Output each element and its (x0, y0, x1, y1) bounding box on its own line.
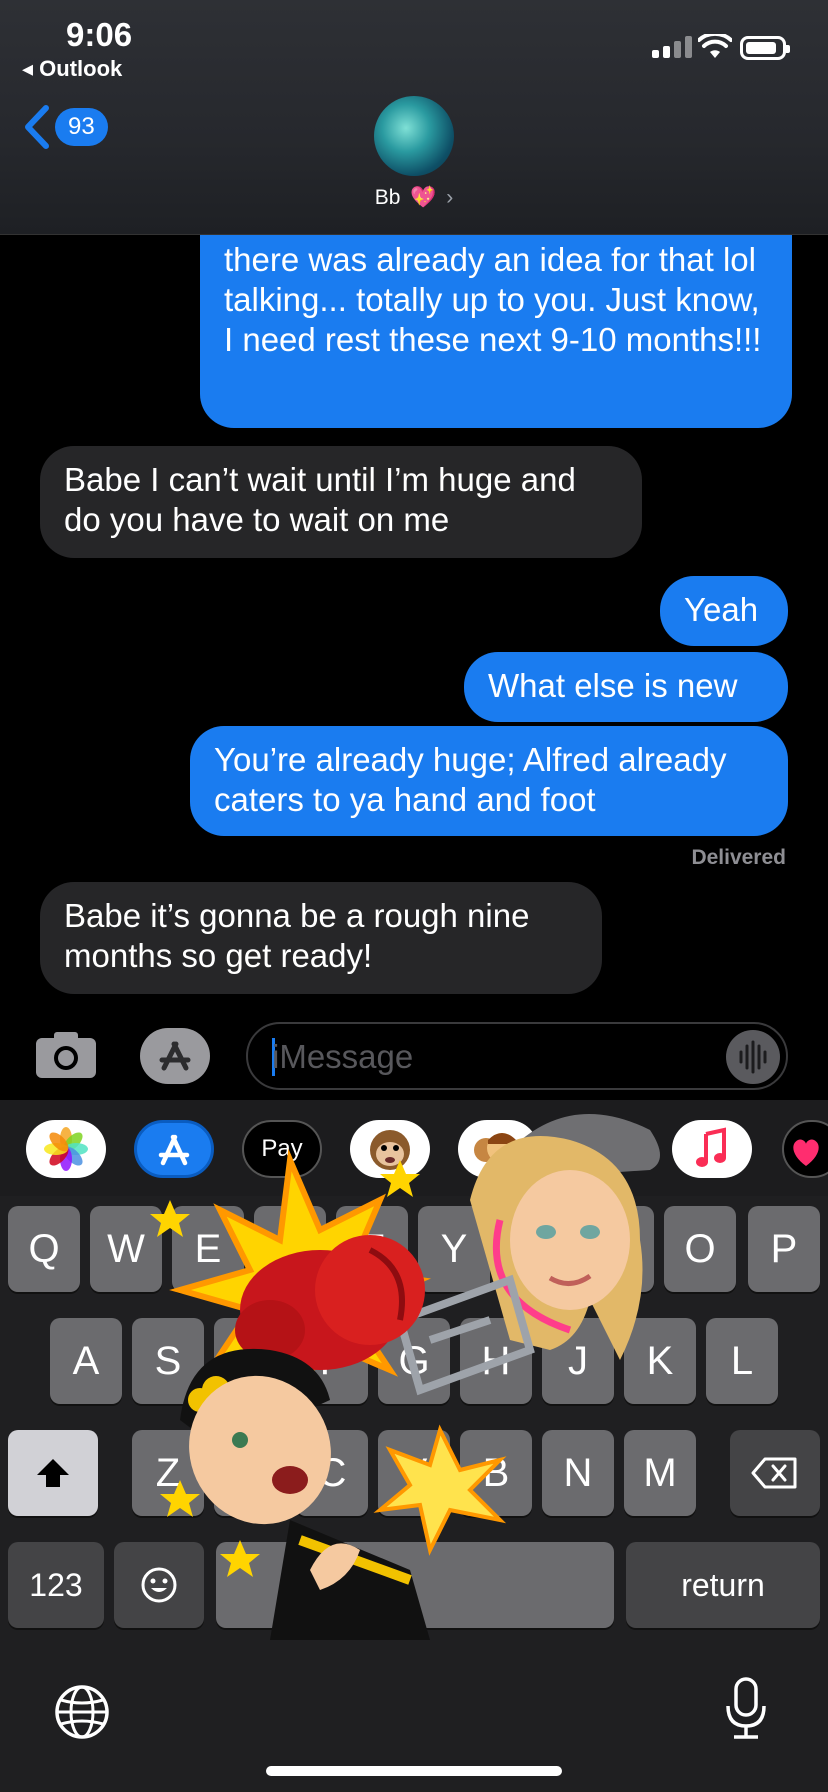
key-p[interactable]: P (748, 1206, 820, 1292)
key-y[interactable]: Y (418, 1206, 490, 1292)
appstore-icon (159, 1041, 191, 1071)
key-l[interactable]: L (706, 1318, 778, 1404)
return-key[interactable]: return (626, 1542, 820, 1628)
message-composer[interactable] (246, 1022, 788, 1090)
shift-key[interactable] (8, 1430, 98, 1516)
key-h[interactable]: H (460, 1318, 532, 1404)
key-f[interactable]: F (296, 1318, 368, 1404)
status-time: 9:06 (66, 16, 133, 53)
key-r[interactable]: R (254, 1206, 326, 1292)
audio-message-button[interactable] (726, 1030, 780, 1084)
contact-name: Bb (374, 186, 401, 209)
emoji-key[interactable] (114, 1542, 204, 1628)
music-app-button[interactable] (672, 1120, 752, 1178)
return-key-label: return (681, 1566, 765, 1603)
message-bubble-sent[interactable]: Yeah (660, 576, 788, 646)
digital-touch-icon (793, 1139, 819, 1166)
space-bar[interactable] (216, 1542, 614, 1628)
message-bubble-received[interactable]: Babe I can’t wait until I’m huge and do … (40, 446, 642, 558)
cellular-signal-icon (652, 36, 692, 58)
key-e[interactable]: E (172, 1206, 244, 1292)
key-w[interactable]: W (90, 1206, 162, 1292)
imessage-app-drawer: Pay (0, 1100, 828, 1196)
memoji-app-button[interactable] (458, 1120, 538, 1178)
memoji-icon (474, 1133, 526, 1164)
back-chevron-icon[interactable] (22, 104, 52, 150)
backspace-icon (751, 1457, 797, 1489)
key-m[interactable]: M (624, 1430, 696, 1516)
message-text: You’re already huge; Alfred already cate… (214, 741, 727, 818)
message-text: there was already an idea for that lol t… (224, 241, 762, 358)
key-c[interactable]: C (296, 1430, 368, 1516)
back-to-app-link[interactable]: ◂ Outlook (22, 56, 122, 82)
key-u[interactable]: U (500, 1206, 572, 1292)
key-z[interactable]: Z (132, 1430, 204, 1516)
message-bubble-received[interactable]: Babe it’s gonna be a rough nine months s… (40, 882, 602, 994)
key-v[interactable]: V (378, 1430, 450, 1516)
delivered-status: Delivered (691, 846, 786, 869)
message-text: Babe I can’t wait until I’m huge and do … (64, 461, 576, 538)
key-b[interactable]: B (460, 1430, 532, 1516)
photos-icon (44, 1127, 88, 1171)
apple-pay-label: Pay (261, 1135, 303, 1162)
key-k[interactable]: K (624, 1318, 696, 1404)
unread-count-badge[interactable]: 93 (55, 108, 108, 146)
contact-name-row[interactable]: Bb 💖 › (0, 186, 828, 210)
key-i[interactable]: I (582, 1206, 654, 1292)
key-n[interactable]: N (542, 1430, 614, 1516)
key-d[interactable]: D (214, 1318, 286, 1404)
battery-icon (740, 36, 790, 60)
app-store-button[interactable] (140, 1028, 210, 1084)
message-text: Yeah (684, 591, 759, 628)
contact-heart-emoji: 💖 (410, 186, 437, 209)
key-o[interactable]: O (664, 1206, 736, 1292)
emoji-icon (141, 1567, 177, 1603)
appstore-app-button[interactable] (134, 1120, 214, 1178)
key-j[interactable]: J (542, 1318, 614, 1404)
numbers-key-label: 123 (29, 1566, 83, 1603)
wifi-icon (698, 34, 732, 58)
music-icon (696, 1127, 726, 1167)
imessage-input[interactable] (270, 1034, 694, 1080)
key-a[interactable]: A (50, 1318, 122, 1404)
chevron-right-icon: › (446, 186, 454, 209)
key-s[interactable]: S (132, 1318, 204, 1404)
contact-avatar[interactable] (374, 96, 454, 176)
message-text: Babe it’s gonna be a rough nine months s… (64, 897, 530, 974)
message-bubble-sent[interactable]: You’re already huge; Alfred already cate… (190, 726, 788, 836)
key-t[interactable]: T (336, 1206, 408, 1292)
waveform-icon (739, 1040, 767, 1074)
microphone-icon[interactable] (724, 1676, 768, 1740)
message-text: What else is new (488, 667, 738, 704)
conversation-header: 9:06 ◂ Outlook 93 Bb 💖 › (0, 0, 828, 235)
camera-icon[interactable] (34, 1030, 98, 1080)
key-g[interactable]: G (378, 1318, 450, 1404)
delete-key[interactable] (730, 1430, 820, 1516)
appstore-icon (158, 1134, 190, 1166)
animoji-app-button[interactable] (350, 1120, 430, 1178)
animoji-icon (370, 1130, 410, 1170)
shift-arrow-icon (37, 1459, 69, 1487)
message-bubble-sent[interactable]: What else is new (464, 652, 788, 722)
digital-touch-app-button[interactable] (782, 1120, 828, 1178)
key-x[interactable]: X (214, 1430, 286, 1516)
photos-app-button[interactable] (26, 1120, 106, 1178)
home-indicator[interactable] (266, 1766, 562, 1776)
key-q[interactable]: Q (8, 1206, 80, 1292)
numbers-key[interactable]: 123 (8, 1542, 104, 1628)
globe-icon[interactable] (54, 1684, 110, 1740)
apple-pay-button[interactable]: Pay (242, 1120, 322, 1178)
